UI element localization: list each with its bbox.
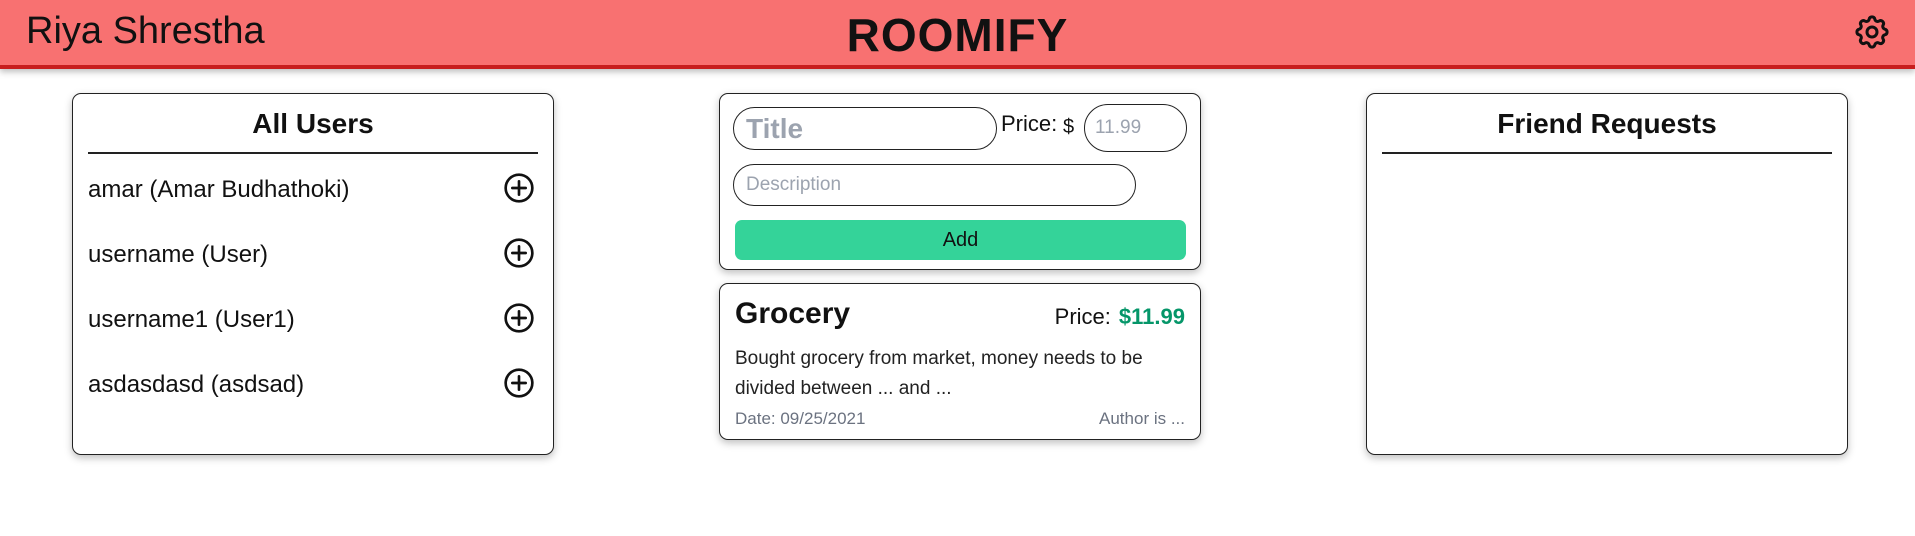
expense-form: Price: $ Add bbox=[719, 93, 1201, 270]
user-list-item: asdasdasd (asdsad) bbox=[88, 367, 538, 432]
expense-author: Author is ... bbox=[1099, 409, 1185, 428]
expense-price-label: Price: bbox=[1054, 304, 1111, 329]
price-input[interactable] bbox=[1084, 104, 1187, 152]
user-list: amar (Amar Budhathoki) username (User) u… bbox=[88, 172, 538, 432]
description-input[interactable] bbox=[733, 164, 1136, 206]
currency-symbol: $ bbox=[1063, 116, 1075, 138]
expense-price: Price: $11.99 bbox=[1055, 304, 1185, 330]
expense-date: Date: 09/25/2021 bbox=[735, 409, 866, 428]
app-title: ROOMIFY bbox=[846, 9, 1069, 61]
user-list-item: username1 (User1) bbox=[88, 302, 538, 367]
user-list-item: amar (Amar Budhathoki) bbox=[88, 172, 538, 237]
gear-icon bbox=[1855, 15, 1889, 49]
add-friend-button[interactable] bbox=[503, 302, 535, 334]
plus-circle-icon bbox=[504, 303, 534, 333]
friend-requests-panel: Friend Requests bbox=[1366, 93, 1848, 455]
expense-description: Bought grocery from market, money needs … bbox=[735, 348, 1143, 399]
price-label: Price: bbox=[1001, 111, 1058, 136]
app-header: Riya Shrestha ROOMIFY bbox=[0, 0, 1915, 69]
user-label: amar (Amar Budhathoki) bbox=[88, 176, 350, 203]
all-users-heading: All Users bbox=[88, 108, 538, 154]
all-users-panel: All Users amar (Amar Budhathoki) usernam… bbox=[72, 93, 554, 455]
add-expense-button[interactable]: Add bbox=[735, 220, 1186, 260]
plus-circle-icon bbox=[504, 173, 534, 203]
plus-circle-icon bbox=[504, 368, 534, 398]
add-friend-button[interactable] bbox=[503, 237, 535, 269]
settings-button[interactable] bbox=[1852, 12, 1892, 52]
expense-card: Grocery Price: $11.99 Bought grocery from… bbox=[719, 283, 1201, 440]
user-label: username1 (User1) bbox=[88, 306, 295, 333]
expense-price-value: $11.99 bbox=[1118, 304, 1185, 329]
title-input[interactable] bbox=[733, 107, 997, 150]
plus-circle-icon bbox=[504, 238, 534, 268]
user-label: asdasdasd (asdsad) bbox=[88, 371, 305, 398]
user-label: username (User) bbox=[88, 241, 269, 268]
expense-title: Grocery bbox=[735, 297, 851, 330]
user-list-item: username (User) bbox=[88, 237, 538, 302]
friend-requests-heading: Friend Requests bbox=[1382, 108, 1832, 154]
add-friend-button[interactable] bbox=[503, 172, 535, 204]
add-friend-button[interactable] bbox=[503, 367, 535, 399]
